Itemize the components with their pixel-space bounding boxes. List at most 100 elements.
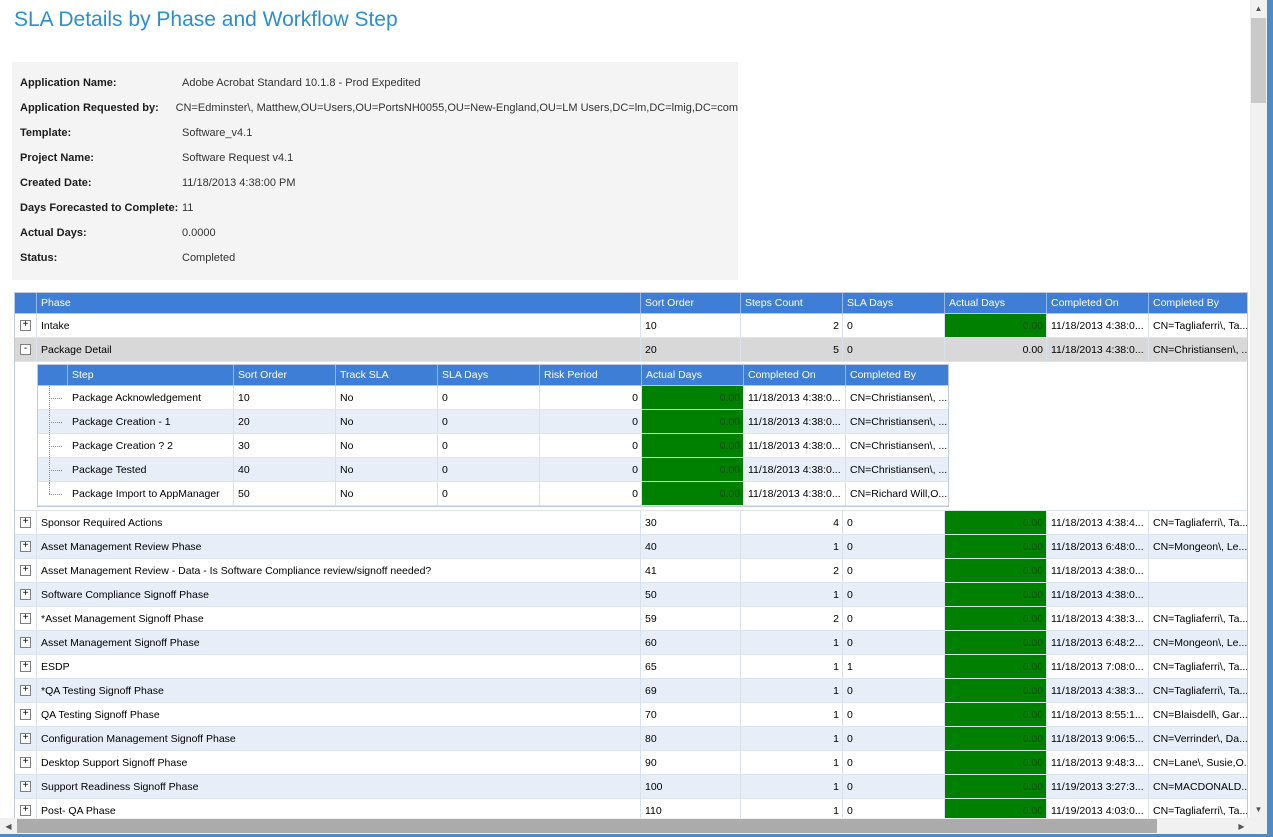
phase-row: + QA Testing Signoff Phase 70 1 0 0.00 1… — [15, 703, 1247, 727]
phase-actual-days: 0.00 — [945, 559, 1047, 582]
info-field-label: Status: — [20, 252, 182, 264]
phase-completed-on: 11/18/2013 4:38:0... — [1047, 314, 1149, 337]
info-field-value: Adobe Acrobat Standard 10.1.8 - Prod Exp… — [182, 77, 421, 89]
step-column-header-completed-by: Completed By — [846, 365, 948, 385]
vertical-scrollbar[interactable]: ▲ ▼ — [1250, 0, 1267, 818]
phase-name: Intake — [37, 314, 641, 337]
step-completed-on: 11/18/2013 4:38:0... — [744, 386, 846, 409]
step-row: Package Acknowledgement 10 No 0 0 0.00 1… — [38, 386, 948, 410]
phase-sort-order: 100 — [641, 775, 741, 798]
phase-sla-days: 0 — [843, 314, 945, 337]
phase-row: + ESDP 65 1 1 0.00 11/18/2013 7:08:0... … — [15, 655, 1247, 679]
expand-toggle-icon[interactable]: + — [20, 685, 31, 696]
info-field-value: Software Request v4.1 — [182, 152, 293, 164]
expand-toggle-icon[interactable]: + — [20, 320, 31, 331]
info-field-label: Application Requested by: — [20, 102, 176, 114]
phase-completed-by: CN=Tagliaferri\, Ta... — [1149, 511, 1247, 534]
step-completed-by: CN=Richard Will,O... — [846, 482, 948, 505]
info-field-value: 11/18/2013 4:38:00 PM — [182, 177, 296, 189]
expand-toggle-icon[interactable]: + — [20, 541, 31, 552]
window-border-right — [1267, 0, 1273, 837]
expand-toggle-icon[interactable]: + — [20, 661, 31, 672]
step-sla-days: 0 — [438, 386, 540, 409]
phase-row: + Configuration Management Signoff Phase… — [15, 727, 1247, 751]
step-completed-on: 11/18/2013 4:38:0... — [744, 410, 846, 433]
step-risk-period: 0 — [540, 482, 642, 505]
expand-toggle-icon[interactable]: - — [20, 344, 31, 355]
expand-toggle-icon[interactable]: + — [20, 565, 31, 576]
horizontal-scrollbar-thumb[interactable] — [17, 819, 1157, 833]
report-page: SLA Details by Phase and Workflow Step A… — [0, 0, 1273, 837]
phase-sort-order: 20 — [641, 338, 741, 361]
page-title: SLA Details by Phase and Workflow Step — [14, 8, 398, 32]
info-field-label: Days Forecasted to Complete: — [20, 202, 182, 214]
column-header-steps-count: Steps Count — [741, 293, 843, 313]
phase-name: Configuration Management Signoff Phase — [37, 727, 641, 750]
phase-completed-by: CN=Lane\, Susie,O... — [1149, 751, 1247, 774]
scroll-left-icon[interactable]: ◀ — [0, 818, 17, 834]
step-track-sla: No — [336, 410, 438, 433]
step-sla-days: 0 — [438, 482, 540, 505]
step-name: Package Acknowledgement — [68, 386, 234, 409]
phase-sla-days: 0 — [843, 679, 945, 702]
expand-toggle-icon[interactable]: + — [20, 589, 31, 600]
phase-sort-order: 30 — [641, 511, 741, 534]
info-field-label: Actual Days: — [20, 227, 182, 239]
scroll-down-icon[interactable]: ▼ — [1250, 801, 1267, 818]
info-field: Actual Days: 0.0000 — [20, 220, 738, 245]
phase-sla-days: 0 — [843, 775, 945, 798]
phase-name: Support Readiness Signoff Phase — [37, 775, 641, 798]
phase-steps-count: 1 — [741, 655, 843, 678]
expand-toggle-icon[interactable]: + — [20, 733, 31, 744]
expander-cell: + — [15, 631, 37, 654]
expand-toggle-icon[interactable]: + — [20, 757, 31, 768]
expand-toggle-icon[interactable]: + — [20, 517, 31, 528]
expand-toggle-icon[interactable]: + — [20, 613, 31, 624]
step-row: Package Tested 40 No 0 0 0.00 11/18/2013… — [38, 458, 948, 482]
expand-toggle-icon[interactable]: + — [20, 781, 31, 792]
phase-completed-on: 11/18/2013 4:38:0... — [1047, 559, 1149, 582]
phase-actual-days: 0.00 — [945, 631, 1047, 654]
phase-rows-bottom: + Sponsor Required Actions 30 4 0 0.00 1… — [15, 511, 1247, 823]
step-actual-days: 0.00 — [642, 434, 744, 457]
step-column-header-completed-on: Completed On — [744, 365, 846, 385]
info-field-value: 0.0000 — [182, 227, 216, 239]
phase-row: + Software Compliance Signoff Phase 50 1… — [15, 583, 1247, 607]
phase-actual-days: 0.00 — [945, 751, 1047, 774]
tree-branch-icon — [38, 410, 68, 433]
expand-toggle-icon[interactable]: + — [20, 805, 31, 816]
step-completed-on: 11/18/2013 4:38:0... — [744, 434, 846, 457]
step-completed-by: CN=Christiansen\, ... — [846, 386, 948, 409]
expander-cell: + — [15, 751, 37, 774]
phase-actual-days: 0.00 — [945, 314, 1047, 337]
expander-cell: + — [15, 535, 37, 558]
phase-sort-order: 70 — [641, 703, 741, 726]
phase-actual-days: 0.00 — [945, 607, 1047, 630]
phase-name: QA Testing Signoff Phase — [37, 703, 641, 726]
phase-name: Desktop Support Signoff Phase — [37, 751, 641, 774]
phase-actual-days: 0.00 — [945, 727, 1047, 750]
step-column-header-sort-order: Sort Order — [234, 365, 336, 385]
scroll-right-icon[interactable]: ▶ — [1233, 818, 1250, 834]
phase-completed-by: CN=Tagliaferri\, Ta... — [1149, 314, 1247, 337]
phase-sla-days: 0 — [843, 703, 945, 726]
horizontal-scrollbar[interactable]: ◀ ▶ — [0, 818, 1250, 834]
phase-sort-order: 50 — [641, 583, 741, 606]
step-row: Package Creation ? 2 30 No 0 0 0.00 11/1… — [38, 434, 948, 458]
column-header-sort-order: Sort Order — [641, 293, 741, 313]
phase-rows-top: + Intake 10 2 0 0.00 11/18/2013 4:38:0..… — [15, 314, 1247, 362]
vertical-scrollbar-thumb[interactable] — [1251, 18, 1266, 103]
step-risk-period: 0 — [540, 410, 642, 433]
info-field-value: 11 — [182, 202, 193, 214]
phase-sort-order: 40 — [641, 535, 741, 558]
scroll-up-icon[interactable]: ▲ — [1250, 0, 1267, 17]
phase-name: ESDP — [37, 655, 641, 678]
phase-row: + Sponsor Required Actions 30 4 0 0.00 1… — [15, 511, 1247, 535]
step-completed-by: CN=Christiansen\, ... — [846, 434, 948, 457]
phase-row: + *Asset Management Signoff Phase 59 2 0… — [15, 607, 1247, 631]
phase-steps-count: 1 — [741, 631, 843, 654]
expander-cell: - — [15, 338, 37, 361]
expand-toggle-icon[interactable]: + — [20, 709, 31, 720]
phase-completed-by: CN=Tagliaferri\, Ta... — [1149, 607, 1247, 630]
expand-toggle-icon[interactable]: + — [20, 637, 31, 648]
